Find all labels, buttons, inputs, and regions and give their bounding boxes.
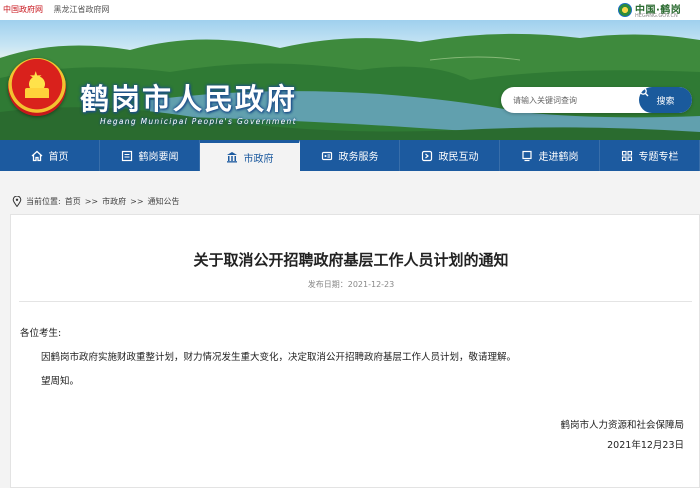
site-subtitle: Hegang Municipal People's Government — [100, 117, 297, 126]
nav-item-home[interactable]: 首页 — [0, 140, 100, 171]
link-heilongjiang-gov[interactable]: 黑龙江省政府网 — [54, 5, 110, 14]
star-icon: ★ — [29, 68, 43, 86]
article-card: 关于取消公开招聘政府基层工作人员计划的通知 发布日期：2021-12-23 各位… — [10, 214, 700, 488]
government-building-icon — [226, 152, 237, 163]
nav-item-news[interactable]: 鹤岗要闻 — [100, 140, 200, 171]
divider — [19, 301, 692, 302]
search-button-label: 搜索 — [656, 96, 675, 107]
nav-item-special-topics[interactable]: 专题专栏 — [600, 140, 700, 171]
top-bar: 中国政府网 黑龙江省政府网 中国·鹤岗 HEGANG.GOV.CN — [0, 0, 700, 20]
search-button[interactable]: 搜索 — [639, 87, 692, 113]
interaction-icon — [421, 150, 432, 161]
main-nav: 首页 鹤岗要闻 市政府 政务服务 政民互动 走进鹤岗 专题专栏 — [0, 140, 700, 171]
article-title: 关于取消公开招聘政府基层工作人员计划的通知 — [193, 251, 509, 269]
nav-item-city-government[interactable]: 市政府 — [200, 140, 300, 171]
nav-label: 政务服务 — [338, 152, 379, 163]
breadcrumb-city-government[interactable]: 市政府 — [102, 196, 126, 207]
header-banner: ★ 鹤岗市人民政府 Hegang Municipal People's Gove… — [0, 20, 700, 140]
nav-label: 市政府 — [243, 153, 274, 165]
home-icon — [31, 150, 42, 161]
search-input[interactable] — [513, 92, 633, 108]
nav-label: 首页 — [48, 152, 69, 163]
link-gov-cn[interactable]: 中国政府网 — [3, 5, 43, 14]
location-pin-icon — [12, 196, 22, 207]
breadcrumb-separator: >> — [130, 197, 144, 206]
national-emblem-logo: ★ — [8, 58, 66, 116]
nav-item-interaction[interactable]: 政民互动 — [400, 140, 500, 171]
nav-label: 鹤岗要闻 — [138, 152, 179, 163]
grid-icon — [621, 150, 632, 161]
nav-item-about-hegang[interactable]: 走进鹤岗 — [500, 140, 600, 171]
article-body: 因鹤岗市政府实施财政重整计划，财力情况发生重大变化，决定取消公开招聘政府基层工作… — [41, 352, 517, 363]
breadcrumb-separator: >> — [84, 197, 99, 206]
hegang-gov-logo[interactable]: 中国·鹤岗 HEGANG.GOV.CN — [618, 0, 696, 20]
breadcrumb: 当前位置: 首页 >> 市政府 >> 通知公告 — [12, 196, 180, 207]
breadcrumb-prefix: 当前位置: — [26, 197, 61, 206]
article-closing: 望周知。 — [41, 376, 80, 387]
nav-label: 走进鹤岗 — [538, 152, 579, 163]
article-sign-date: 2021年12月23日 — [607, 440, 684, 451]
service-icon — [321, 151, 332, 160]
breadcrumb-notices[interactable]: 通知公告 — [148, 196, 180, 207]
logo-url: HEGANG.GOV.CN — [635, 13, 678, 19]
news-icon — [121, 150, 132, 161]
article-salutation: 各位考生: — [20, 328, 62, 339]
nav-label: 政民互动 — [438, 152, 479, 163]
site-title: 鹤岗市人民政府 — [80, 82, 298, 116]
top-links: 中国政府网 黑龙江省政府网 — [3, 4, 118, 15]
search-icon — [639, 87, 649, 97]
monitor-icon — [521, 150, 532, 161]
breadcrumb-home[interactable]: 首页 — [65, 196, 81, 207]
article-signer: 鹤岗市人力资源和社会保障局 — [560, 420, 684, 431]
nav-item-government-services[interactable]: 政务服务 — [300, 140, 400, 171]
search-box: 搜索 — [501, 87, 692, 113]
nav-label: 专题专栏 — [638, 152, 679, 163]
hegang-emblem-icon — [618, 3, 632, 17]
publish-date: 发布日期：2021-12-23 — [307, 280, 395, 289]
